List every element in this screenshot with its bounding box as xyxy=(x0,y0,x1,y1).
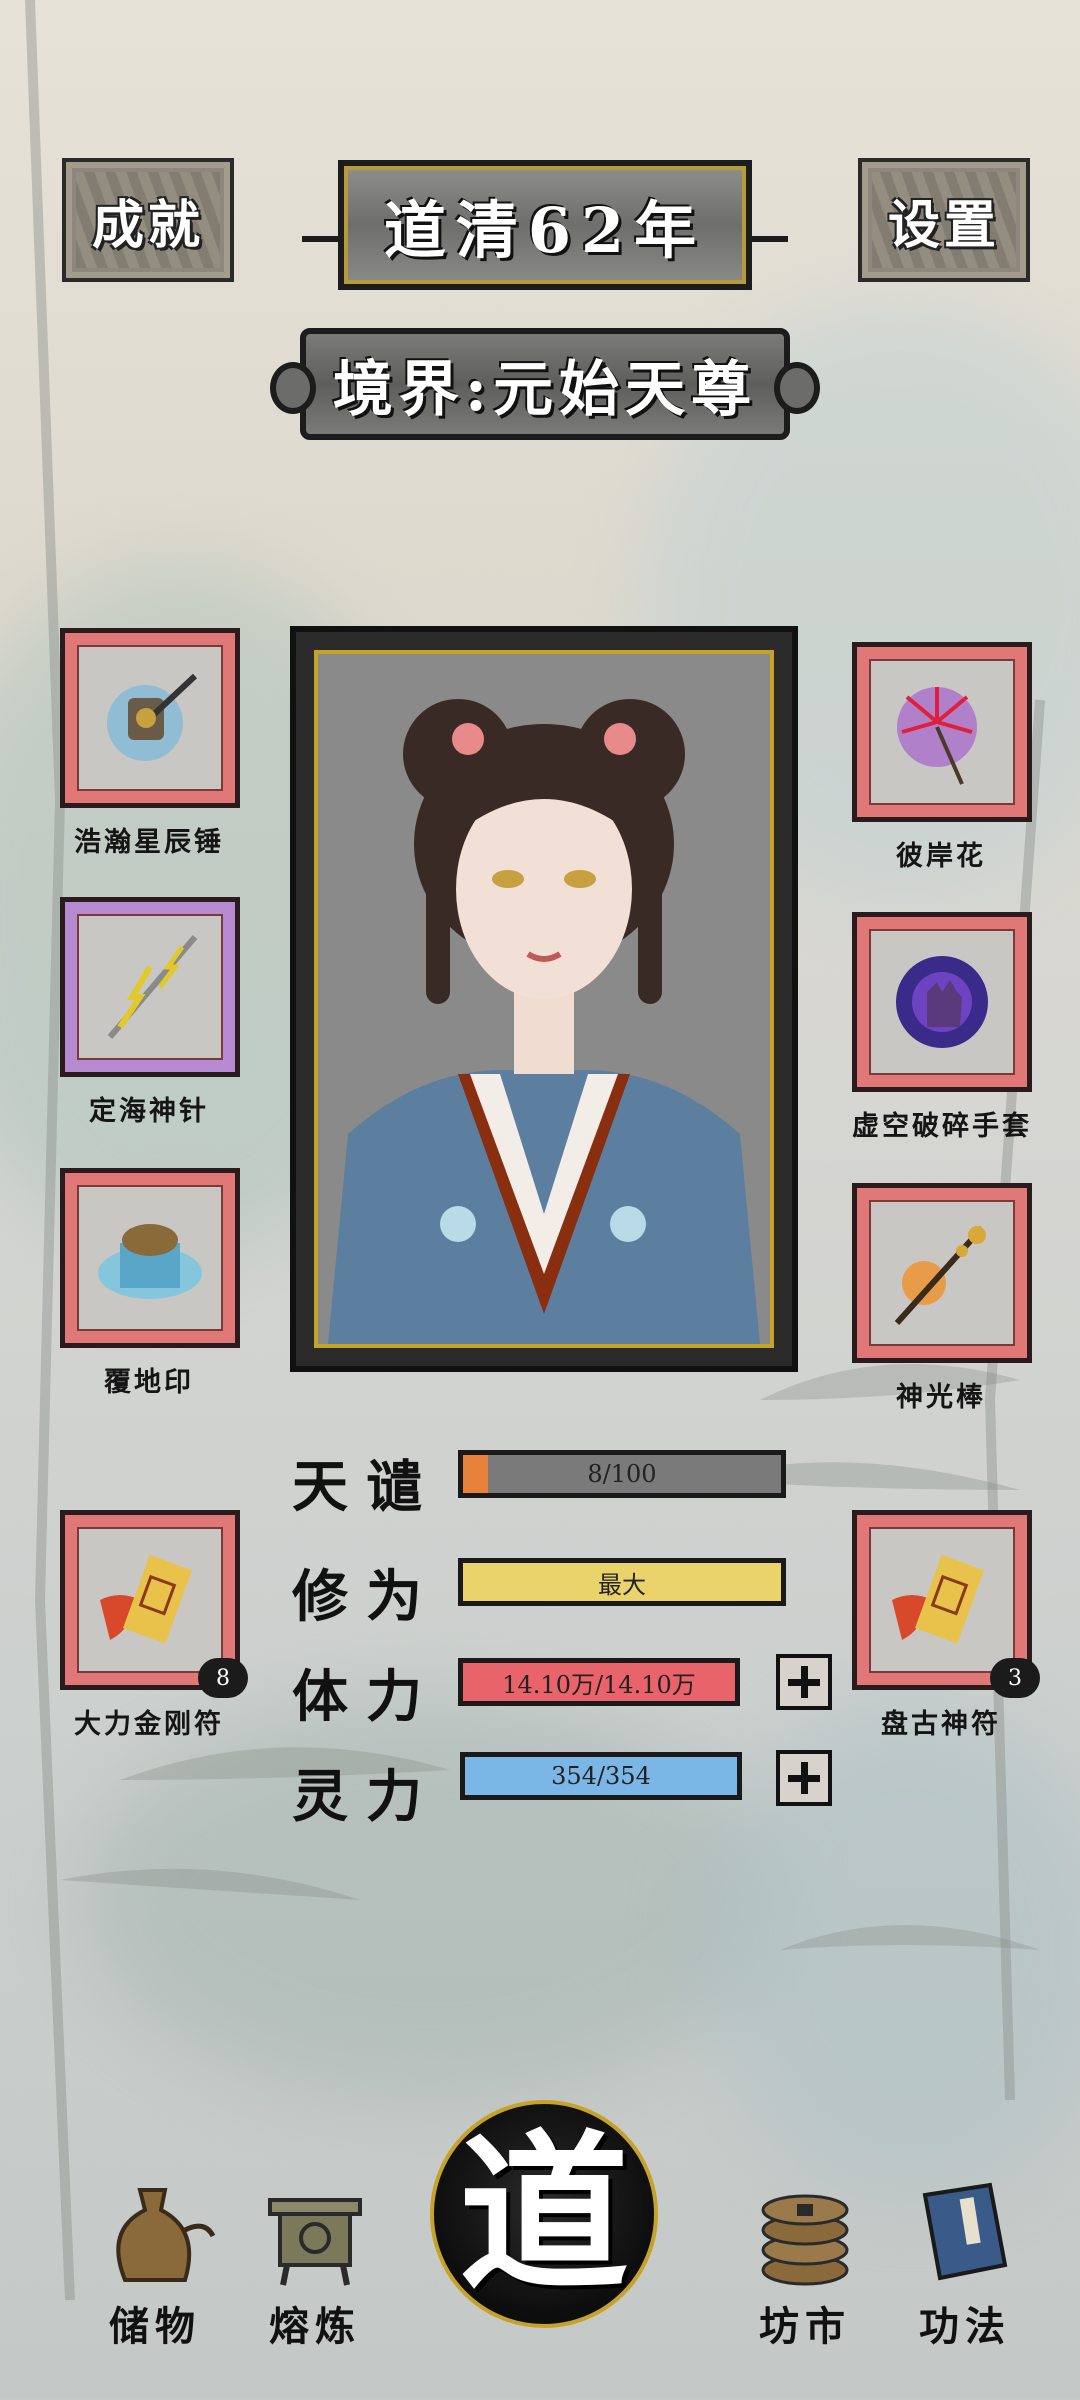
nav-skills[interactable]: 功法 xyxy=(890,2170,1040,2352)
lingli-bar: 354/354 xyxy=(460,1752,742,1800)
achievements-button[interactable]: 成就 xyxy=(62,158,234,282)
nav-smelt-label: 熔炼 xyxy=(269,2303,361,2350)
nav-market[interactable]: 坊市 xyxy=(730,2170,880,2352)
tili-plus-button[interactable] xyxy=(776,1654,832,1710)
equip-slot-right-2[interactable]: 虚空破碎手套 xyxy=(852,912,1032,1143)
item-name: 彼岸花 xyxy=(896,841,986,872)
light-staff-icon xyxy=(869,1200,1015,1346)
talisman-icon xyxy=(77,1527,223,1673)
stat-label-xiuwei: 修为 xyxy=(292,1564,440,1630)
xiuwei-value: 最大 xyxy=(598,1570,646,1599)
stat-label-lingli: 灵力 xyxy=(292,1764,440,1830)
stat-label-tili: 体力 xyxy=(292,1664,440,1730)
item-count-badge: 3 xyxy=(990,1658,1040,1698)
item-name: 定海神针 xyxy=(89,1096,209,1127)
spider-lily-icon xyxy=(869,659,1015,805)
hammer-icon xyxy=(77,645,223,791)
item-frame[interactable] xyxy=(60,1168,240,1348)
equip-slot-left-2[interactable]: 定海神针 xyxy=(60,897,240,1128)
item-frame[interactable] xyxy=(60,628,240,808)
book-icon xyxy=(905,2170,1025,2290)
item-name: 神光棒 xyxy=(896,1382,986,1413)
tianqian-bar-fill xyxy=(463,1455,489,1493)
year-plaque: 道清62年 xyxy=(302,160,788,290)
equip-slot-left-4[interactable]: 8 大力金刚符 xyxy=(60,1510,248,1741)
seal-icon xyxy=(77,1185,223,1331)
void-gauntlet-icon xyxy=(869,929,1015,1075)
year-label: 道清62年 xyxy=(383,194,707,267)
nav-dao-label: 道 xyxy=(458,2114,629,2314)
equip-slot-left-1[interactable]: 浩瀚星辰锤 xyxy=(60,628,240,859)
talisman-icon xyxy=(869,1527,1015,1673)
lingli-value: 354/354 xyxy=(551,1762,651,1790)
item-name: 大力金刚符 xyxy=(74,1709,224,1740)
pouch-icon xyxy=(95,2170,216,2290)
item-frame[interactable] xyxy=(852,912,1032,1092)
tili-value: 14.10万/14.10万 xyxy=(502,1670,696,1699)
cauldron-icon xyxy=(255,2170,375,2290)
nav-storage[interactable]: 储物 xyxy=(80,2170,230,2352)
equip-slot-right-4[interactable]: 3 盘古神符 xyxy=(852,1510,1040,1741)
nav-skills-label: 功法 xyxy=(919,2303,1011,2350)
needle-staff-icon xyxy=(77,914,223,1060)
character-portrait xyxy=(314,650,774,1348)
item-frame[interactable] xyxy=(852,1183,1032,1363)
item-name: 覆地印 xyxy=(104,1367,194,1398)
item-name: 浩瀚星辰锤 xyxy=(74,827,224,858)
item-count-badge: 8 xyxy=(198,1658,248,1698)
lingli-plus-button[interactable] xyxy=(776,1750,832,1806)
realm-plaque: 境界:元始天尊 xyxy=(270,328,820,440)
coins-icon xyxy=(745,2170,865,2290)
item-frame[interactable] xyxy=(852,642,1032,822)
equip-slot-right-3[interactable]: 神光棒 xyxy=(852,1183,1032,1414)
equip-slot-left-3[interactable]: 覆地印 xyxy=(60,1168,240,1399)
tianqian-bar: 8/100 xyxy=(458,1450,786,1498)
character-portrait-frame xyxy=(290,626,798,1372)
realm-label: 境界:元始天尊 xyxy=(332,354,758,425)
equip-slot-right-1[interactable]: 彼岸花 xyxy=(852,642,1032,873)
tili-bar: 14.10万/14.10万 xyxy=(458,1658,740,1706)
achievements-label: 成就 xyxy=(91,194,204,256)
item-name: 虚空破碎手套 xyxy=(852,1111,1032,1142)
settings-button[interactable]: 设置 xyxy=(858,158,1030,282)
tianqian-value: 8/100 xyxy=(587,1460,657,1488)
nav-market-label: 坊市 xyxy=(759,2303,851,2350)
nav-storage-label: 储物 xyxy=(109,2303,201,2350)
nav-smelt[interactable]: 熔炼 xyxy=(240,2170,390,2352)
stat-label-tianqian: 天谴 xyxy=(292,1454,440,1520)
item-frame[interactable] xyxy=(60,897,240,1077)
xiuwei-bar: 最大 xyxy=(458,1558,786,1606)
item-name: 盘古神符 xyxy=(881,1709,1001,1740)
settings-label: 设置 xyxy=(887,194,1000,256)
nav-dao-button[interactable]: 道 xyxy=(430,2100,658,2328)
